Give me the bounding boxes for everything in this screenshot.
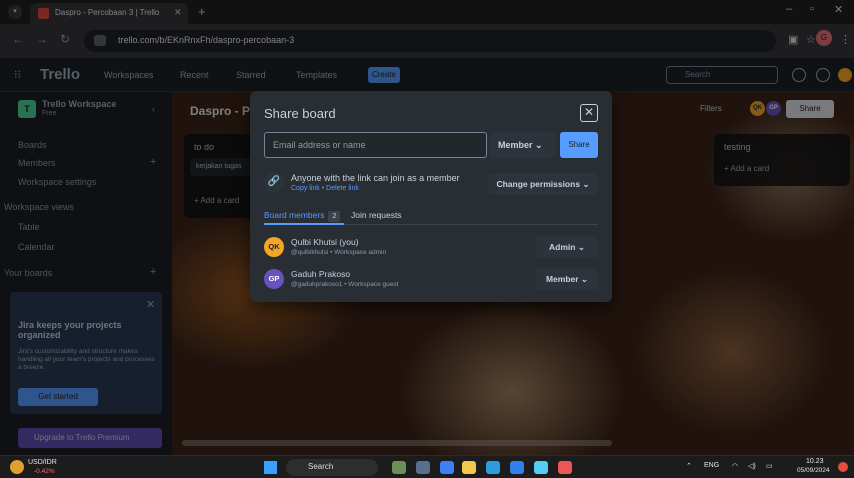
link-icon: 🔗 bbox=[264, 172, 284, 192]
windows-taskbar: USD/IDR -0.42% Search ⌃ ENG ◠ ◁) ▭ 10.23… bbox=[0, 455, 854, 478]
edge-icon[interactable] bbox=[486, 461, 500, 474]
battery-icon[interactable]: ▭ bbox=[766, 462, 773, 470]
dialog-title: Share board bbox=[264, 106, 336, 121]
tab-board-members-label: Board members bbox=[264, 210, 325, 220]
member-role-value: Member bbox=[545, 274, 579, 284]
store-icon[interactable] bbox=[534, 461, 548, 474]
taskbar-search[interactable]: Search bbox=[286, 459, 378, 476]
file-explorer-icon[interactable] bbox=[462, 461, 476, 474]
member-tabs: Board members 2 Join requests bbox=[264, 209, 598, 225]
member-meta: @gaduhprakoso1 • Workspace guest bbox=[291, 281, 399, 288]
link-actions: Copy link • Delete link bbox=[291, 185, 359, 192]
delete-link[interactable]: Delete link bbox=[326, 185, 359, 192]
wifi-icon[interactable]: ◠ bbox=[732, 462, 738, 470]
members-count-badge: 2 bbox=[328, 211, 341, 222]
volume-icon[interactable]: ◁) bbox=[748, 462, 756, 470]
member-avatar[interactable]: GP bbox=[264, 269, 284, 289]
member-meta: @qulbikhutsi • Workspace admin bbox=[291, 249, 387, 256]
chevron-down-icon: ⌄ bbox=[577, 242, 585, 252]
task-view-icon[interactable] bbox=[416, 461, 430, 474]
active-tab-indicator bbox=[264, 223, 344, 225]
ticker-change: -0.42% bbox=[34, 468, 55, 475]
share-button[interactable]: Share bbox=[560, 132, 598, 158]
chevron-down-icon: ⌄ bbox=[535, 140, 543, 150]
link-separator: • bbox=[321, 185, 325, 192]
notification-icon[interactable] bbox=[838, 462, 848, 472]
start-icon[interactable] bbox=[264, 461, 277, 474]
member-role-select[interactable]: Member ⌄ bbox=[536, 268, 598, 290]
role-select-value: Member bbox=[498, 140, 533, 150]
chevron-down-icon: ⌄ bbox=[582, 179, 590, 189]
copilot-icon[interactable] bbox=[440, 461, 454, 474]
chevron-down-icon: ⌄ bbox=[580, 274, 589, 284]
tab-join-requests[interactable]: Join requests bbox=[351, 210, 402, 220]
share-board-dialog: Share board ✕ Member ⌄ Share 🔗 Anyone wi… bbox=[250, 91, 612, 302]
market-widget-icon[interactable] bbox=[10, 460, 24, 474]
member-name: Gaduh Prakoso bbox=[291, 269, 351, 279]
language-indicator[interactable]: ENG bbox=[704, 462, 719, 469]
member-name: Qulbi Khutsi (you) bbox=[291, 237, 359, 247]
role-select[interactable]: Member ⌄ bbox=[490, 132, 556, 158]
vscode-icon[interactable] bbox=[510, 461, 524, 474]
app-icon[interactable] bbox=[392, 461, 406, 474]
member-role-value: Admin bbox=[549, 242, 576, 252]
tray-chevron-icon[interactable]: ⌃ bbox=[686, 462, 692, 470]
link-permission-text: Anyone with the link can join as a membe… bbox=[291, 173, 460, 183]
change-permissions-button[interactable]: Change permissions ⌄ bbox=[488, 173, 598, 195]
email-input[interactable] bbox=[264, 132, 487, 158]
ticker-name[interactable]: USD/IDR bbox=[28, 459, 57, 466]
clock-date[interactable]: 05/09/2024 bbox=[797, 467, 830, 474]
member-role-select[interactable]: Admin ⌄ bbox=[536, 236, 598, 258]
copy-link[interactable]: Copy link bbox=[291, 185, 320, 192]
close-icon[interactable]: ✕ bbox=[580, 104, 598, 122]
member-row: QK Qulbi Khutsi (you) @qulbikhutsi • Wor… bbox=[264, 233, 598, 261]
clock-time[interactable]: 10.23 bbox=[806, 458, 824, 465]
member-avatar[interactable]: QK bbox=[264, 237, 284, 257]
member-row: GP Gaduh Prakoso @gaduhprakoso1 • Worksp… bbox=[264, 265, 598, 293]
change-permissions-label: Change permissions bbox=[496, 179, 581, 189]
tab-board-members[interactable]: Board members 2 bbox=[264, 210, 341, 222]
chrome-icon[interactable] bbox=[558, 461, 572, 474]
